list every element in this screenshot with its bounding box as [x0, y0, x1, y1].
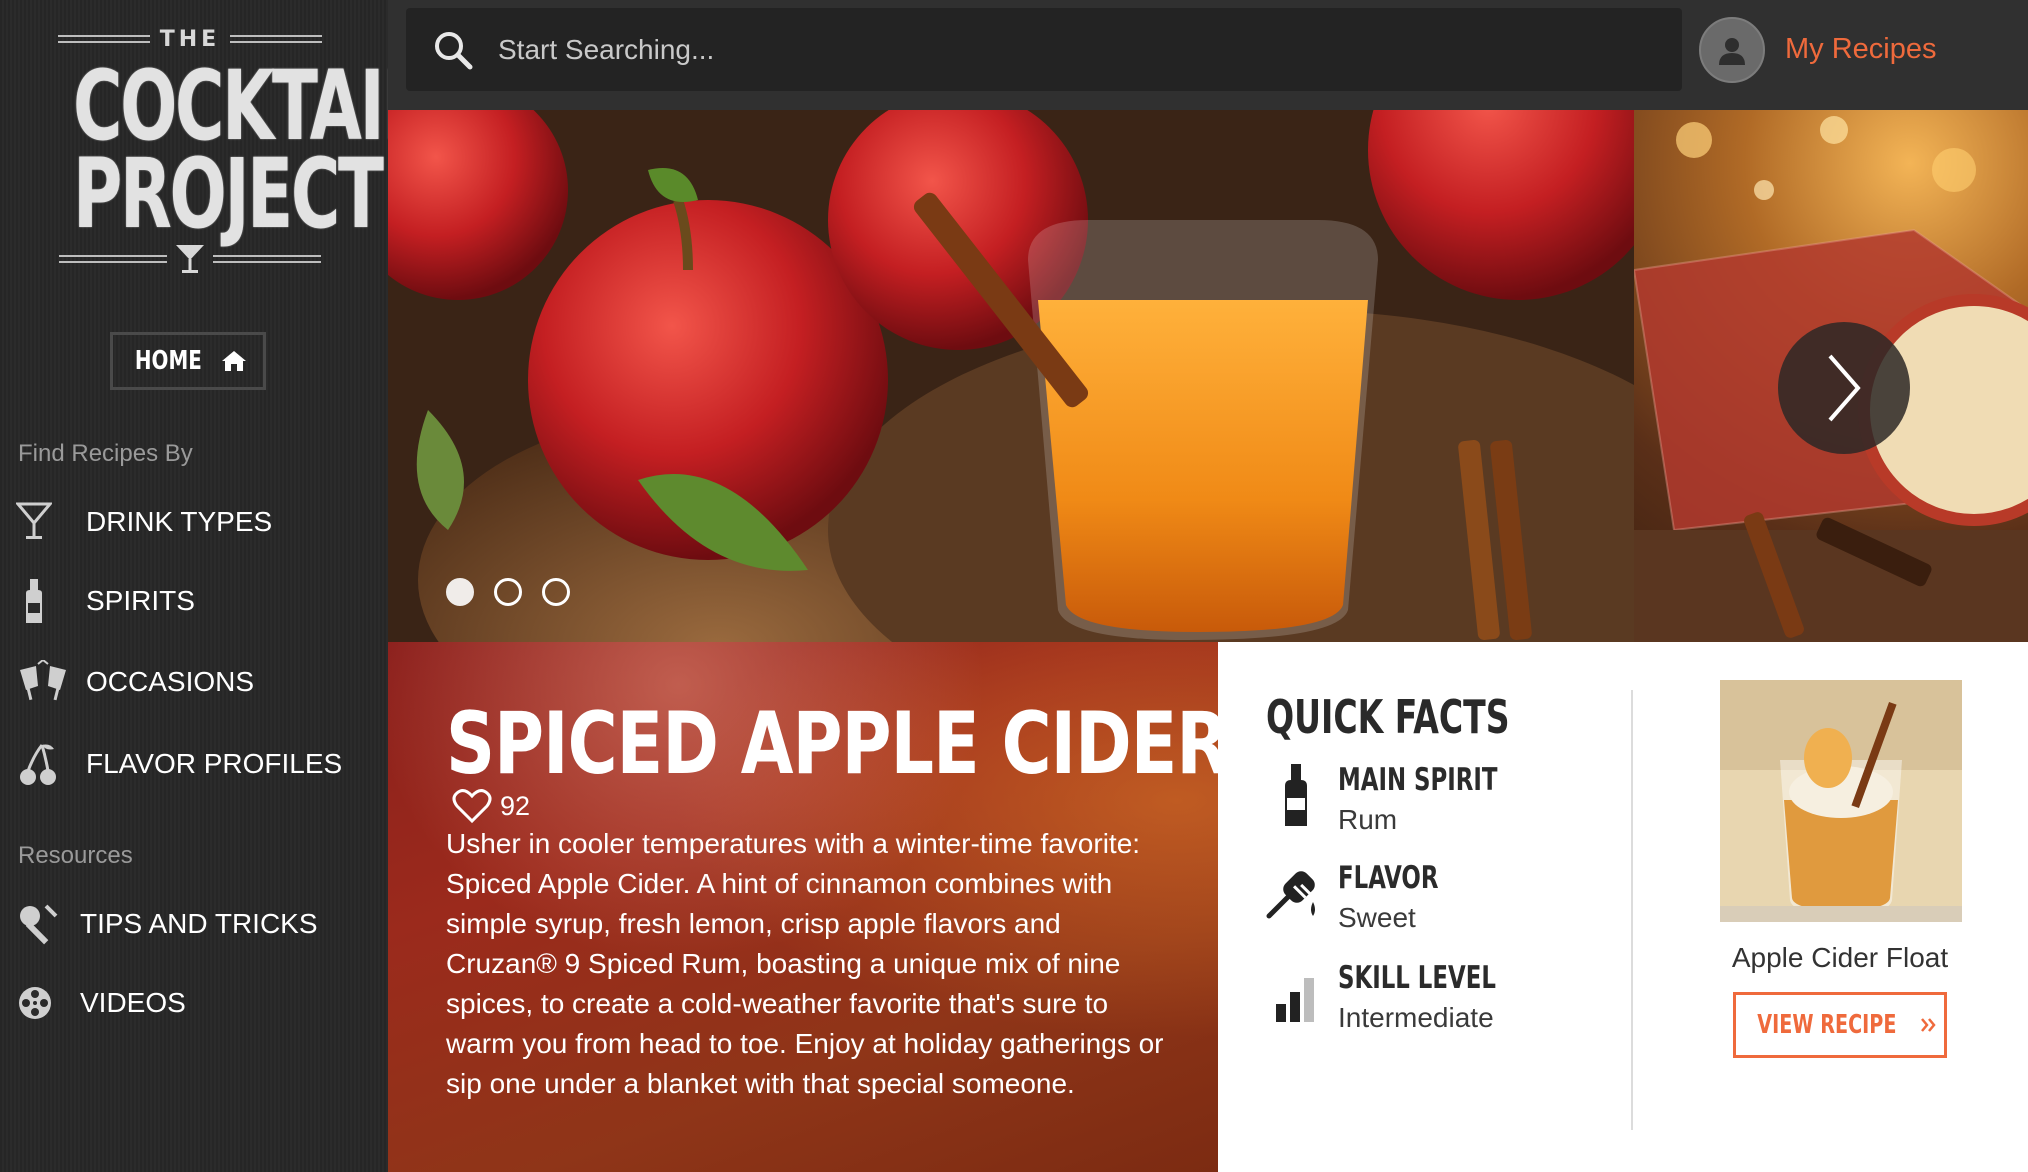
- find-recipes-heading: Find Recipes By: [18, 440, 193, 467]
- cherries-icon: [16, 740, 72, 788]
- view-recipe-button[interactable]: VIEW RECIPE: [1733, 992, 1947, 1058]
- fact-main-spirit: MAIN SPIRIT Rum: [1262, 760, 1533, 840]
- home-label: HOME: [134, 346, 202, 376]
- sidebar-item-label: VIDEOS: [80, 987, 186, 1018]
- related-recipe-image[interactable]: [1720, 680, 1962, 922]
- sidebar-item-flavor-profiles[interactable]: FLAVOR PROFILES: [16, 740, 342, 788]
- view-recipe-label: VIEW RECIPE: [1757, 1010, 1897, 1040]
- bottle-icon: [16, 577, 72, 625]
- fact-value: Sweet: [1338, 902, 1416, 933]
- fact-text: MAIN SPIRIT Rum: [1338, 760, 1533, 840]
- sidebar-item-label: FLAVOR PROFILES: [86, 748, 343, 779]
- resources-heading: Resources: [18, 842, 133, 869]
- sidebar-item-drink-types[interactable]: DRINK TYPES: [16, 498, 272, 546]
- honey-dipper-icon: [1262, 858, 1330, 938]
- carousel-indicators: [446, 578, 570, 606]
- sidebar-item-occasions[interactable]: OCCASIONS: [16, 658, 254, 706]
- bottle-icon: [1262, 760, 1330, 840]
- sidebar-item-label: OCCASIONS: [86, 666, 255, 697]
- quick-facts-panel: QUICK FACTS MAIN SPIRIT Rum FLAVOR Sweet…: [1218, 642, 2028, 1172]
- logo-the: THE: [159, 26, 221, 52]
- sidebar-item-tips-and-tricks[interactable]: TIPS AND TRICKS: [16, 900, 318, 948]
- fact-text: FLAVOR Sweet: [1338, 858, 1461, 938]
- fact-label: MAIN SPIRIT: [1338, 762, 1498, 798]
- top-bar: My Recipes: [388, 0, 2028, 110]
- sidebar: THE COCKTAIL PROJECT HOME Find Recipes B…: [0, 0, 425, 1172]
- home-icon: [222, 351, 247, 371]
- logo-rule: [230, 35, 323, 43]
- fact-label: FLAVOR: [1338, 860, 1439, 896]
- hero-illustration: [388, 110, 1634, 642]
- logo-rule: [213, 255, 321, 263]
- recipe-title: SPICED APPLE CIDER: [446, 694, 1218, 794]
- sidebar-item-videos[interactable]: VIDEOS: [16, 979, 186, 1027]
- logo-rule: [59, 255, 167, 263]
- related-recipe-card: Apple Cider Float VIEW RECIPE: [1720, 680, 1962, 1058]
- like-button[interactable]: 92: [452, 788, 530, 824]
- carousel-dot-3[interactable]: [542, 578, 570, 606]
- fact-value: Intermediate: [1338, 1002, 1494, 1033]
- recipe-description: Usher in cooler temperatures with a wint…: [446, 828, 1164, 1099]
- fact-label: SKILL LEVEL: [1338, 960, 1496, 996]
- martini-glass-icon: [16, 498, 72, 546]
- hero-carousel: [388, 110, 2028, 642]
- fact-value: Rum: [1338, 804, 1398, 835]
- fact-skill-level: SKILL LEVEL Intermediate: [1262, 958, 1531, 1038]
- logo-word-cocktail: COCKTAIL: [73, 50, 425, 162]
- tools-icon: [16, 900, 64, 948]
- carousel-next-button[interactable]: [1778, 322, 1910, 454]
- carousel-dot-1[interactable]: [446, 578, 474, 606]
- like-count: 92: [500, 790, 531, 821]
- recipe-summary-panel: SPICED APPLE CIDER 92 Usher in cooler te…: [388, 642, 1218, 1172]
- my-recipes-link[interactable]: My Recipes: [1785, 33, 1937, 66]
- home-button[interactable]: HOME: [110, 332, 266, 390]
- search-bar[interactable]: [406, 8, 1682, 91]
- search-input[interactable]: [498, 33, 1498, 66]
- fact-flavor: FLAVOR Sweet: [1262, 858, 1461, 938]
- related-recipe-name[interactable]: Apple Cider Float: [1720, 942, 1960, 974]
- heart-icon: [452, 789, 492, 824]
- bar-level-icon: [1262, 958, 1330, 1038]
- avatar[interactable]: [1699, 17, 1765, 83]
- carousel-dot-2[interactable]: [494, 578, 522, 606]
- facts-divider: [1631, 690, 1633, 1130]
- logo-rule: [57, 35, 150, 43]
- apple-cider-float-illustration: [1720, 680, 1962, 922]
- cheers-icon: [16, 658, 72, 706]
- quick-facts-title: QUICK FACTS: [1266, 690, 1510, 744]
- user-icon: [1719, 38, 1745, 65]
- sidebar-item-label: SPIRITS: [86, 585, 195, 616]
- sidebar-item-spirits[interactable]: SPIRITS: [16, 577, 195, 625]
- chevron-right-icon: [1828, 354, 1861, 422]
- chevron-double-right-icon: [1920, 1018, 1936, 1032]
- hero-image-spiced-apple-cider: [388, 110, 1634, 642]
- sidebar-item-label: DRINK TYPES: [86, 506, 273, 537]
- site-logo[interactable]: THE COCKTAIL PROJECT: [40, 22, 425, 292]
- sidebar-item-label: TIPS AND TRICKS: [80, 908, 318, 939]
- fact-text: SKILL LEVEL Intermediate: [1338, 958, 1531, 1038]
- film-reel-icon: [16, 979, 64, 1027]
- logo-word-project: PROJECT: [73, 138, 384, 250]
- search-icon[interactable]: [432, 29, 474, 71]
